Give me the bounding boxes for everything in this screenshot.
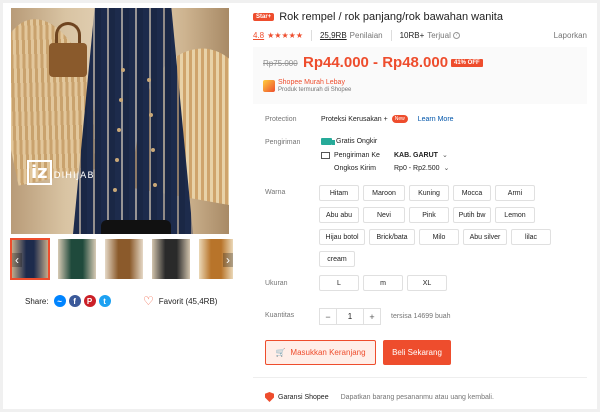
variant-option[interactable]: Mocca: [453, 185, 491, 201]
ship-to-value: KAB. GARUT: [394, 151, 438, 159]
variant-option[interactable]: Hijau botol: [319, 229, 365, 245]
shoes-graphic: [101, 220, 171, 234]
thumbnail-strip: ‹ ›: [10, 238, 233, 281]
original-price: Rp75.000: [263, 59, 298, 68]
protection-name: Proteksi Kerusakan +: [321, 115, 388, 123]
decrement-button[interactable]: −: [319, 308, 337, 325]
variant-option[interactable]: Abu abu: [319, 207, 359, 223]
facebook-icon[interactable]: f: [68, 295, 81, 307]
thumbnail-prev-icon[interactable]: ‹: [12, 253, 22, 267]
guarantee-row: Garansi Shopee Dapatkan barang pesananmu…: [265, 392, 494, 402]
share-row: Share: ~ f P t: [25, 294, 111, 308]
variant-option[interactable]: Putih bw: [453, 207, 491, 223]
share-label: Share:: [25, 296, 49, 306]
shipping-cost-label: Ongkos Kirim: [334, 164, 377, 172]
bag-graphic: [49, 43, 87, 77]
sold-count: 10RB+: [399, 31, 425, 40]
thumbnail-2[interactable]: [58, 239, 96, 279]
favorite-button[interactable]: ♡ Favorit (45,4RB): [143, 294, 217, 308]
rating-value[interactable]: 4.8: [253, 31, 264, 40]
reviews-label: Penilaian: [349, 31, 383, 40]
size-option[interactable]: m: [363, 275, 403, 291]
current-price: Rp44.000 - Rp48.000: [303, 54, 449, 71]
variant-option[interactable]: Maroon: [363, 185, 405, 201]
new-badge: New: [391, 115, 408, 123]
variant-option[interactable]: Lemon: [495, 207, 535, 223]
star-plus-badge: Star+: [253, 13, 275, 21]
variant-option[interactable]: Armi: [495, 185, 535, 201]
quantity-stepper: − 1 + tersisa 14699 buah: [319, 308, 451, 325]
variant-label: Warna: [265, 189, 286, 196]
ship-to-row[interactable]: Pengiriman Ke KAB. GARUT ⌄: [321, 151, 448, 159]
shipping-icon: [321, 151, 330, 159]
divider: [253, 377, 587, 378]
size-option[interactable]: XL: [407, 275, 447, 291]
shipping-cost-row[interactable]: Ongkos Kirim Rp0 - Rp2.500 ⌄: [334, 164, 450, 173]
report-link[interactable]: Laporkan: [554, 31, 587, 40]
variant-option[interactable]: Abu silver: [463, 229, 507, 245]
product-page: iz DIHIJAB ‹ › Share: ~ f P t ♡ Favorit (…: [3, 3, 597, 409]
variant-option[interactable]: Milo: [419, 229, 459, 245]
promo-icon: [263, 80, 275, 92]
thumbnail-3[interactable]: [105, 239, 143, 279]
quantity-label: Kuantitas: [265, 312, 295, 319]
twitter-icon[interactable]: t: [98, 295, 111, 307]
variant-option[interactable]: Kuning: [409, 185, 449, 201]
buy-now-button[interactable]: Beli Sekarang: [383, 340, 451, 365]
learn-more-link[interactable]: Learn More: [418, 116, 454, 123]
price-box: Rp75.000 Rp44.000 - Rp48.000 41% OFF Sho…: [253, 47, 587, 104]
variant-option[interactable]: Pink: [409, 207, 449, 223]
add-to-cart-label: Masukkan Keranjang: [290, 348, 366, 357]
free-shipping-text: Gratis Ongkir: [336, 138, 378, 145]
protection-row: Proteksi Kerusakan + New Learn More: [321, 115, 454, 123]
title-row: Star+ Rok rempel / rok panjang/rok bawah…: [253, 11, 503, 23]
thumbnail-next-icon[interactable]: ›: [223, 253, 233, 267]
rating-stats: 4.8 ★★★★★ 25,9RB Penilaian 10RB+ Terjual…: [253, 30, 587, 41]
cart-icon: 🛒: [275, 348, 286, 357]
rating-stars-icon: ★★★★★: [267, 31, 303, 40]
size-label: Ukuran: [265, 280, 288, 287]
messenger-icon[interactable]: ~: [53, 295, 66, 307]
pinterest-icon[interactable]: P: [83, 295, 96, 307]
brand-watermark: iz DIHIJAB: [27, 160, 95, 185]
promo-banner[interactable]: Shopee Murah Lebay Produk termurah di Sh…: [263, 79, 351, 93]
quantity-input[interactable]: 1: [337, 308, 363, 325]
favorite-label: Favorit (45,4RB): [158, 296, 218, 306]
watermark-brand: iz: [27, 160, 52, 185]
shield-icon: [265, 392, 274, 402]
main-product-image[interactable]: iz DIHIJAB: [11, 8, 229, 234]
skirt-graphic: [73, 8, 193, 234]
free-shipping: Gratis Ongkir: [321, 138, 377, 145]
variant-option[interactable]: lilac: [511, 229, 551, 245]
variant-option[interactable]: Hitam: [319, 185, 359, 201]
guarantee-text: Dapatkan barang pesananmu atau uang kemb…: [340, 393, 494, 401]
shipping-label: Pengiriman: [265, 139, 301, 146]
add-to-cart-button[interactable]: 🛒 Masukkan Keranjang: [265, 340, 376, 365]
chevron-down-icon: ⌄: [441, 152, 448, 159]
increment-button[interactable]: +: [363, 308, 381, 325]
variant-option[interactable]: Nevi: [363, 207, 405, 223]
help-icon[interactable]: ?: [452, 32, 460, 39]
shipping-cost-value: Rp0 - Rp2.500: [394, 164, 440, 172]
reviews-count[interactable]: 25,9RB: [320, 31, 347, 40]
ship-to-label: Pengiriman Ke: [334, 151, 380, 159]
sold-label: Terjual: [427, 31, 451, 40]
promo-title: Shopee Murah Lebay: [278, 79, 345, 86]
discount-badge: 41% OFF: [451, 59, 483, 67]
protection-label: Protection: [265, 116, 297, 123]
product-title: Rok rempel / rok panjang/rok bawahan wan…: [279, 11, 503, 23]
truck-icon: [321, 138, 335, 145]
stock-text: tersisa 14699 buah: [391, 313, 451, 320]
guarantee-title: Garansi Shopee: [278, 393, 329, 401]
size-option[interactable]: L: [319, 275, 359, 291]
heart-icon: ♡: [143, 294, 154, 308]
promo-subtitle: Produk termurah di Shopee: [278, 87, 352, 93]
thumbnail-4[interactable]: [152, 239, 190, 279]
chevron-down-icon: ⌄: [443, 165, 450, 172]
variant-option[interactable]: cream: [319, 251, 355, 267]
variant-option[interactable]: Brick/bata: [369, 229, 415, 245]
watermark-text: DIHIJAB: [53, 171, 95, 181]
